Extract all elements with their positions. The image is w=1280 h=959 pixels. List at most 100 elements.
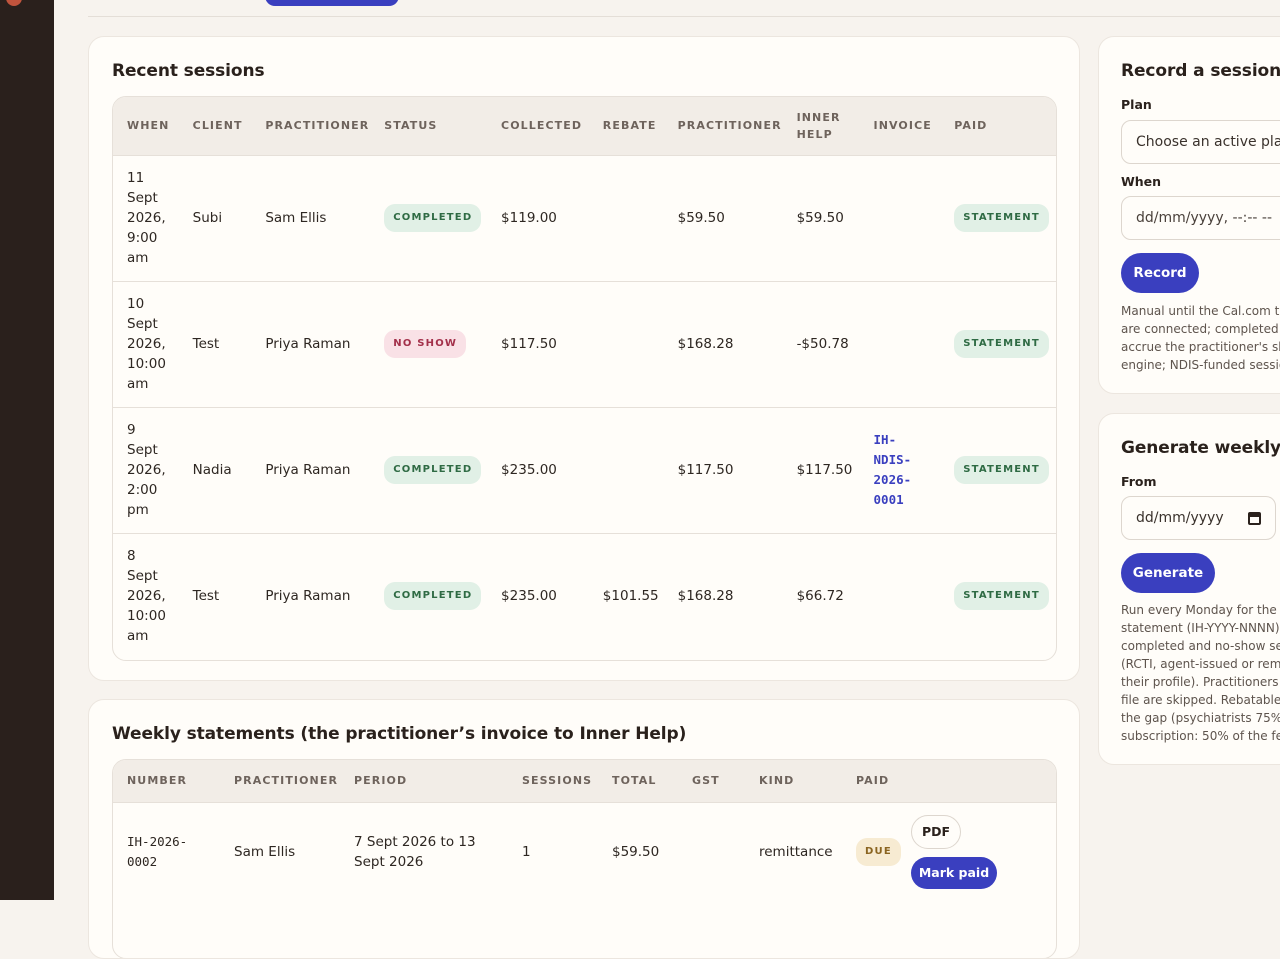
status-badge: COMPLETED xyxy=(384,582,482,611)
when-datetime-input[interactable]: dd/mm/yyyy, --:-- -- xyxy=(1121,196,1280,240)
session-invoice-cell xyxy=(860,533,941,659)
status-badge: COMPLETED xyxy=(384,204,482,232)
from-date-input[interactable]: dd/mm/yyyy xyxy=(1121,496,1276,540)
generate-weekly-card: Generate weekly st From dd/mm/yyyy Gener… xyxy=(1098,413,1280,765)
table-row[interactable]: 11 Sept 2026, 9:00 am Subi Sam Ellis COMPLETED $… xyxy=(113,155,1056,282)
table-row[interactable]: IH-2026- 0002 Sam Ellis 7 Sept 2026 to 13 Se… xyxy=(113,802,1056,902)
session-client: Nadia xyxy=(178,407,252,534)
session-when-line: 8 xyxy=(127,548,136,565)
sidebar xyxy=(0,0,54,900)
top-action-button[interactable] xyxy=(265,0,399,6)
statement-practitioner: Sam Ellis xyxy=(234,844,296,861)
session-when-line: pm xyxy=(127,502,149,518)
mark-paid-button[interactable]: Mark paid xyxy=(911,857,997,890)
statement-period-cell: 7 Sept 2026 to 13 Sept 2026 xyxy=(340,802,508,902)
session-invoice-cell xyxy=(859,281,941,408)
column-header: INNER HELP xyxy=(782,97,860,156)
session-inner-help: $59.50 xyxy=(782,155,860,282)
invoice-link[interactable]: IH- NDIS- 2026- 0001 xyxy=(874,430,941,510)
plan-select-value: Choose an active plan xyxy=(1136,134,1280,150)
session-paid-cell: STATEMENT xyxy=(940,281,1056,408)
table-row[interactable]: 10 Sept 2026, 10:00 am Test Priya Raman NO SHOW… xyxy=(113,281,1056,408)
session-rebate xyxy=(588,407,664,534)
when-label: When xyxy=(1121,174,1162,189)
paid-badge: STATEMENT xyxy=(954,204,1049,232)
session-paid-cell: STATEMENT xyxy=(940,533,1056,659)
session-invoice-cell[interactable]: IH- NDIS- 2026- 0001 xyxy=(859,407,941,534)
calendar-icon[interactable] xyxy=(1248,511,1261,525)
session-when-cell: 10 Sept 2026, 10:00 am xyxy=(113,281,179,408)
session-practitioner: Priya Raman xyxy=(251,281,371,408)
generate-help-line: the gap (psychiatrists 75%). N xyxy=(1121,711,1280,725)
session-when-cell: 11 Sept 2026, 9:00 am xyxy=(113,155,179,282)
sidebar-logo-icon xyxy=(6,0,22,6)
session-when-line: Sept xyxy=(127,316,158,332)
session-when-line: 10 xyxy=(127,296,145,312)
generate-help-line: their profile). Practitioners wi xyxy=(1121,675,1280,689)
session-inner-help: -$50.78 xyxy=(782,281,860,408)
column-header: PERIOD xyxy=(340,760,508,803)
table-row[interactable]: 8 Sept 2026, 10:00 am Test Priya Raman COMPLETE… xyxy=(113,533,1056,659)
paid-badge: STATEMENT xyxy=(954,456,1049,484)
invoice-link-line: 0001 xyxy=(873,492,904,507)
column-header: STATUS xyxy=(370,97,488,156)
generate-help-line: statement (IH-YYYY-NNNN) f xyxy=(1121,621,1280,635)
weekly-statements-table: NUMBER PRACTITIONER PERIOD SESSIONS TOTAL GST… xyxy=(112,759,1057,958)
status-badge: NO SHOW xyxy=(384,330,467,358)
weekly-statements-card: Weekly statements (the practitioner’s in… xyxy=(88,699,1080,959)
statement-total: $59.50 xyxy=(612,844,660,861)
statement-kind: remittance xyxy=(759,844,833,861)
session-when-line: 10:00 xyxy=(127,356,166,372)
column-header: NUMBER xyxy=(113,760,220,803)
column-header: PRACTITIONER xyxy=(251,97,371,156)
session-practitioner-share: $117.50 xyxy=(663,407,783,534)
session-collected: $119.00 xyxy=(487,155,589,282)
record-session-card: Record a session Plan Choose an active p… xyxy=(1098,36,1280,394)
statement-number: IH-2026- 0002 xyxy=(127,832,220,872)
record-help-line: engine; NDIS-funded session xyxy=(1121,358,1280,372)
column-header: PAID xyxy=(940,97,1056,156)
paid-badge: STATEMENT xyxy=(954,330,1049,358)
session-rebate: $101.55 xyxy=(602,588,659,605)
session-when-line: 2:00 xyxy=(127,482,158,498)
statement-number-line: 0002 xyxy=(127,854,158,870)
record-help-line: Manual until the Cal.com ther xyxy=(1121,304,1280,318)
generate-help-text: Run every Monday for the pri statement (… xyxy=(1121,601,1280,745)
record-button[interactable]: Record xyxy=(1121,253,1199,293)
column-header: INVOICE xyxy=(859,97,941,156)
session-when-line: 2026, xyxy=(127,336,166,352)
column-header: PAID xyxy=(842,760,911,803)
session-when-line: 2026, xyxy=(127,588,166,605)
session-when-line: am xyxy=(127,376,149,392)
session-when-line: 2026, xyxy=(127,462,166,478)
actions-header xyxy=(911,760,1056,803)
from-placeholder: dd/mm/yyyy xyxy=(1136,510,1224,526)
invoice-link-line: IH- xyxy=(873,432,897,447)
table-row[interactable]: 9 Sept 2026, 2:00 pm Nadia Priya Raman COMPLETE… xyxy=(113,407,1056,534)
column-header: SESSIONS xyxy=(508,760,598,803)
statement-sessions: 1 xyxy=(522,844,531,861)
session-when-line: 2026, xyxy=(127,210,166,226)
session-inner-help: $66.72 xyxy=(796,588,844,605)
plan-select[interactable]: Choose an active plan xyxy=(1121,120,1280,164)
session-practitioner: Priya Raman xyxy=(265,588,351,605)
session-paid-cell: STATEMENT xyxy=(940,155,1056,282)
generate-button[interactable]: Generate xyxy=(1121,553,1215,593)
statement-gst xyxy=(678,802,745,902)
session-inner-help: $117.50 xyxy=(782,407,860,534)
statement-actions-cell: PDF Mark paid xyxy=(911,802,1056,902)
statement-period-line: Sept 2026 xyxy=(354,854,424,871)
session-collected: $235.00 xyxy=(501,588,557,605)
session-when-cell: 9 Sept 2026, 2:00 pm xyxy=(113,407,179,534)
recent-sessions-table: WHEN CLIENT PRACTITIONER STATUS COLLECTED REB… xyxy=(112,96,1057,661)
pdf-button[interactable]: PDF xyxy=(911,815,961,850)
record-help-line: accrue the practitioner's sha xyxy=(1121,340,1280,354)
when-placeholder: dd/mm/yyyy, --:-- -- xyxy=(1136,210,1273,226)
generate-weekly-title: Generate weekly st xyxy=(1121,438,1280,458)
session-status-cell: NO SHOW xyxy=(370,281,488,408)
paid-badge: STATEMENT xyxy=(954,582,1049,611)
session-client: Test xyxy=(192,588,220,605)
column-header: PRACTITIONER xyxy=(220,760,340,803)
header-divider xyxy=(88,16,1280,17)
session-when-line: 9:00 xyxy=(127,230,158,246)
